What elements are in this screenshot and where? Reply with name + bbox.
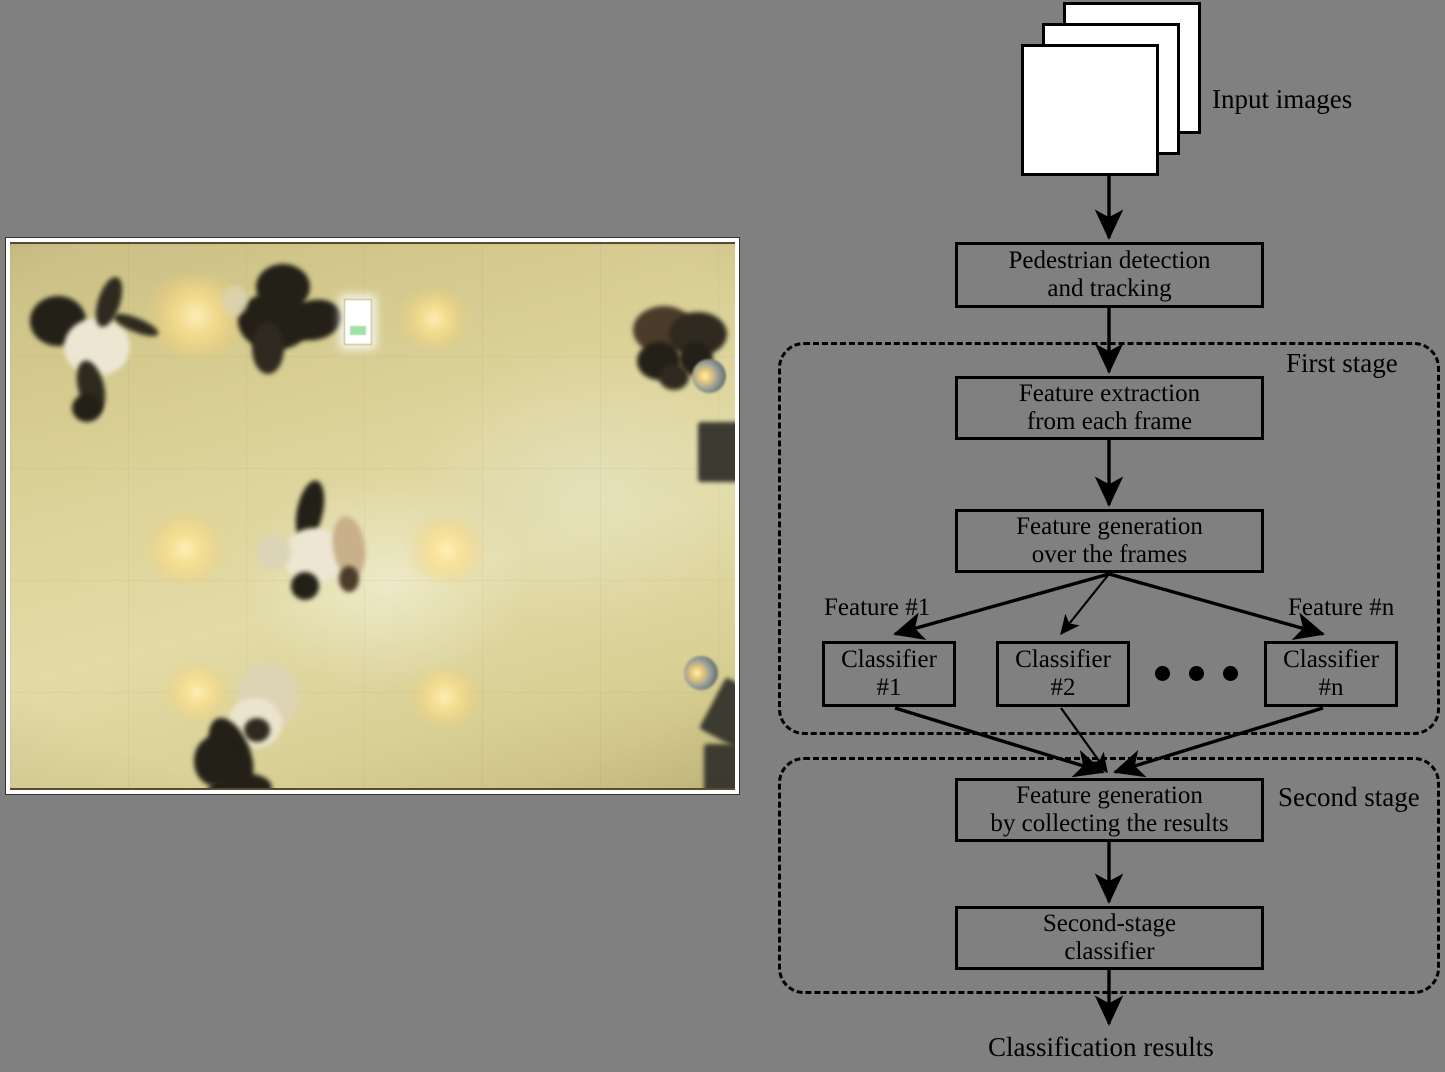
figure-canvas: Input images First stage Second stage Pe… (0, 0, 1445, 1072)
node-classifier-n[interactable]: Classifier #n (1264, 641, 1398, 707)
node-pedestrian-detection[interactable]: Pedestrian detection and tracking (955, 242, 1264, 308)
feature-n-label: Feature #n (1288, 594, 1395, 621)
node-feature-generation[interactable]: Feature generation over the frames (955, 509, 1264, 573)
photo-vignette (10, 244, 735, 788)
surveillance-photo-frame (5, 237, 740, 795)
node-classifier-1[interactable]: Classifier #1 (822, 641, 956, 707)
input-images-label: Input images (1212, 84, 1353, 114)
classification-results-label: Classification results (988, 1032, 1214, 1062)
node-classifier-2[interactable]: Classifier #2 (996, 641, 1130, 707)
node-feature-extraction[interactable]: Feature extraction from each frame (955, 376, 1264, 440)
node-second-stage-classifier[interactable]: Second-stage classifier (955, 906, 1264, 970)
feature-first-label: Feature #1 (824, 594, 931, 621)
ellipsis-icon (1155, 666, 1238, 681)
input-image-sheet-front (1021, 44, 1159, 176)
first-stage-label: First stage (1286, 348, 1398, 378)
surveillance-photo (10, 242, 735, 790)
node-collect-results[interactable]: Feature generation by collecting the res… (955, 778, 1264, 842)
second-stage-label: Second stage (1278, 782, 1420, 812)
